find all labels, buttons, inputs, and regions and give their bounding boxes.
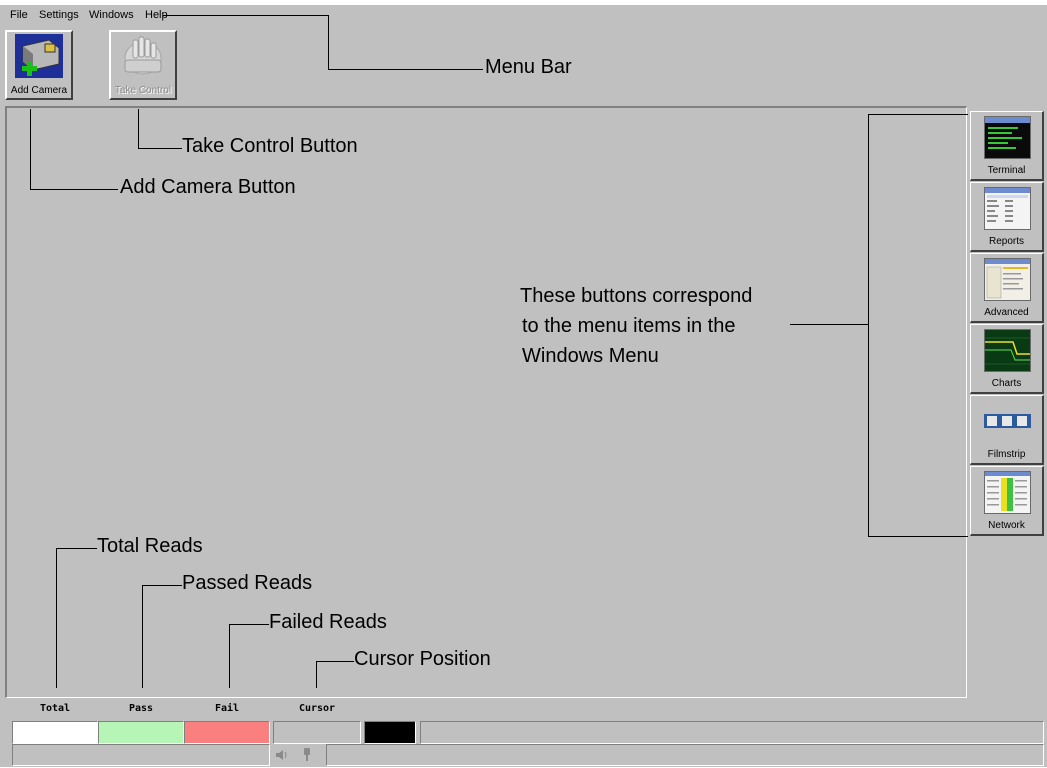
status-bar-right-panel: [326, 744, 1044, 766]
menu-settings[interactable]: Settings: [39, 9, 79, 21]
add-camera-button[interactable]: Add Camera: [5, 30, 73, 100]
application-window: File Settings Windows Help Add Camera Ta…: [0, 5, 1047, 767]
windows-buttons-bracket-v: [868, 114, 869, 537]
failed-reads-callout-line-h: [229, 624, 269, 625]
side-button-advanced-label: Advanced: [984, 307, 1029, 318]
cursor-position-callout-line-v: [316, 661, 317, 688]
take-control-callout-line-v: [138, 109, 139, 149]
side-button-reports[interactable]: Reports: [970, 182, 1044, 252]
add-camera-callout: Add Camera Button: [120, 176, 296, 198]
fail-label: Fail: [214, 703, 240, 714]
menu-bar-callout-line-v: [328, 15, 329, 70]
filmstrip-icon: [984, 400, 1031, 443]
passed-reads-callout-line-h: [142, 585, 182, 586]
total-reads-callout-line-h: [56, 548, 97, 549]
cursor-position-callout: Cursor Position: [354, 648, 491, 670]
cursor-position-field: [273, 721, 361, 744]
status-message-field: [420, 721, 1044, 744]
charts-icon: [984, 329, 1031, 372]
windows-buttons-note-line1: These buttons correspond: [520, 285, 753, 307]
pass-label: Pass: [128, 703, 154, 714]
take-control-callout-line-h: [138, 148, 182, 149]
add-camera-callout-line-v: [30, 109, 31, 190]
windows-buttons-bracket-bottom: [868, 536, 968, 537]
side-button-charts[interactable]: Charts: [970, 324, 1044, 394]
side-button-charts-label: Charts: [991, 378, 1022, 389]
take-control-label: Take Control: [114, 85, 172, 96]
side-button-filmstrip-label: Filmstrip: [987, 449, 1026, 460]
advanced-icon: [984, 258, 1031, 301]
menu-bar-callout-line-h: [328, 69, 483, 70]
side-button-terminal[interactable]: Terminal: [970, 111, 1044, 181]
status-bar-left-panel: [12, 744, 270, 766]
hand-control-icon: [119, 34, 167, 78]
total-reads-field: [12, 721, 98, 744]
side-button-terminal-label: Terminal: [987, 165, 1026, 176]
speaker-icon[interactable]: [274, 747, 290, 763]
menu-bar-callout: Menu Bar: [485, 56, 572, 78]
windows-buttons-bracket-top: [868, 114, 968, 115]
menu-windows[interactable]: Windows: [89, 9, 134, 21]
terminal-icon: [984, 116, 1031, 159]
passed-reads-callout-line-v: [142, 585, 143, 688]
total-reads-callout-line-v: [56, 548, 57, 688]
windows-buttons-callout-line-h: [790, 324, 869, 325]
failed-reads-callout: Failed Reads: [269, 611, 387, 633]
side-button-reports-label: Reports: [988, 236, 1024, 247]
pass-reads-field: [98, 721, 184, 744]
take-control-callout: Take Control Button: [182, 135, 358, 157]
total-label: Total: [39, 703, 71, 714]
reports-icon: [984, 187, 1031, 230]
status-indicator: [364, 721, 416, 744]
fail-reads-field: [184, 721, 270, 744]
take-control-button[interactable]: Take Control: [109, 30, 177, 100]
microphone-icon[interactable]: [300, 747, 314, 763]
cursor-label: Cursor: [298, 703, 336, 714]
side-button-filmstrip[interactable]: Filmstrip: [970, 395, 1044, 465]
failed-reads-callout-line-v: [229, 624, 230, 688]
menu-bar-callout-line: [163, 15, 328, 16]
passed-reads-callout: Passed Reads: [182, 572, 313, 594]
side-button-network-label: Network: [988, 520, 1025, 531]
side-button-advanced[interactable]: Advanced: [970, 253, 1044, 323]
menu-file[interactable]: File: [10, 9, 28, 21]
add-camera-callout-line-h: [30, 189, 118, 190]
camera-add-icon: [15, 34, 63, 78]
side-button-network[interactable]: Network: [970, 466, 1044, 536]
windows-buttons-note-line3: Windows Menu: [522, 345, 659, 367]
add-camera-label: Add Camera: [10, 85, 68, 96]
cursor-position-callout-line-h: [316, 661, 354, 662]
network-icon: [984, 471, 1031, 514]
total-reads-callout: Total Reads: [97, 535, 203, 557]
windows-buttons-note-line2: to the menu items in the: [522, 315, 736, 337]
